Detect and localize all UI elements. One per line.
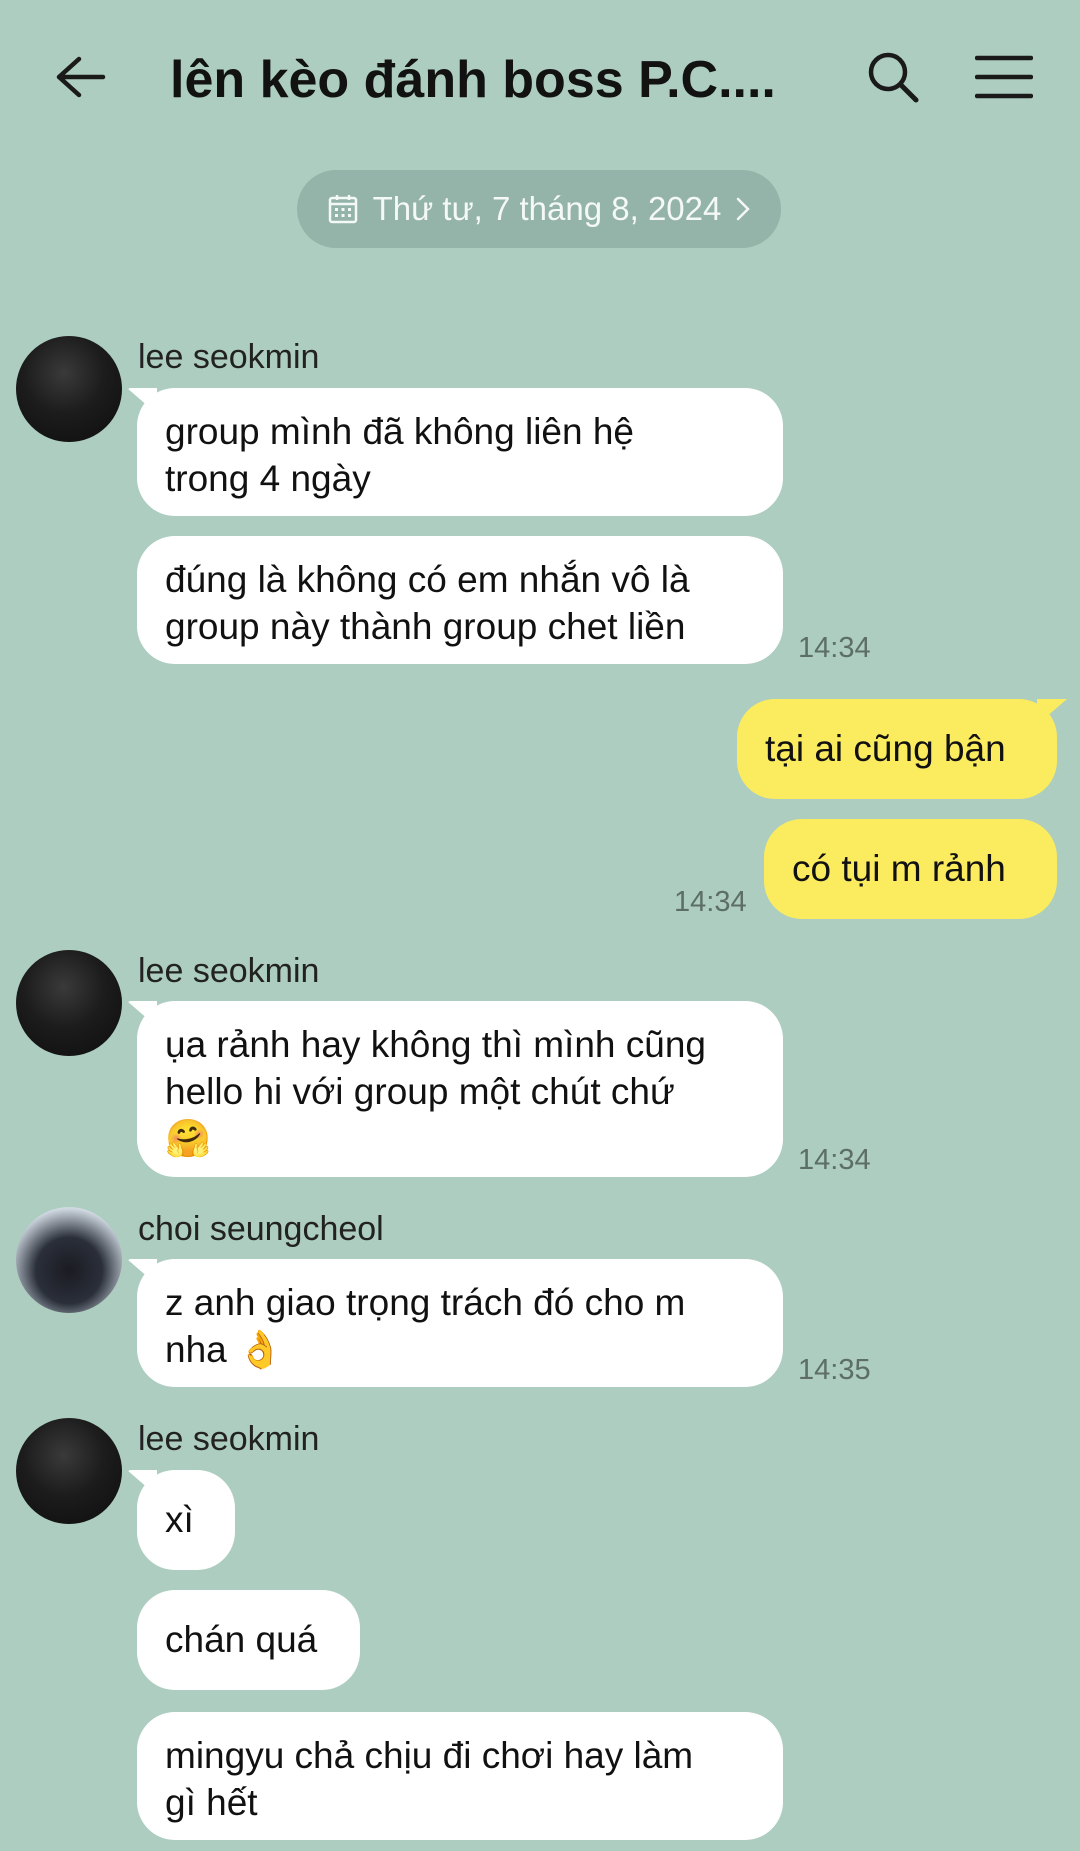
message-line: nha 👌	[165, 1329, 284, 1370]
message-text: có tụi m rảnh	[792, 848, 1006, 889]
calendar-icon	[328, 195, 357, 224]
message-bubble[interactable]: z anh giao trọng trách đó cho m nha 👌	[137, 1259, 783, 1387]
message-line: group này thành group chet liền	[165, 606, 686, 647]
my-message-bubble[interactable]: tại ai cũng bận	[737, 699, 1057, 799]
message-time: 14:34	[798, 1144, 871, 1176]
message-bubble[interactable]: xì	[137, 1470, 235, 1570]
message-text: xì	[165, 1499, 194, 1540]
avatar-lee-seokmin[interactable]	[16, 950, 122, 1056]
message-line: gì hết	[165, 1782, 258, 1823]
chat-header: lên kèo đánh boss P.C....	[0, 0, 1080, 160]
message-bubble[interactable]: mingyu chả chịu đi chơi hay làm gì hết	[137, 1712, 783, 1840]
date-label: Thứ tư, 7 tháng 8, 2024	[372, 190, 722, 227]
message-bubble[interactable]: đúng là không có em nhắn vô là group này…	[137, 536, 783, 664]
date-separator[interactable]: Thứ tư, 7 tháng 8, 2024	[297, 170, 781, 248]
message-line: hello hi với group một chút chứ	[165, 1071, 675, 1112]
hugging-face-emoji: 🤗	[165, 1118, 212, 1159]
chat-title[interactable]: lên kèo đánh boss P.C....	[170, 40, 780, 120]
arrow-left-icon	[56, 56, 106, 98]
menu-button[interactable]	[966, 42, 1042, 112]
search-icon	[868, 52, 919, 103]
avatar-choi-seungcheol[interactable]	[16, 1207, 122, 1313]
search-button[interactable]	[858, 42, 928, 112]
sender-name: lee seokmin	[138, 338, 320, 376]
message-line: trong 4 ngày	[165, 458, 371, 499]
avatar-lee-seokmin[interactable]	[16, 336, 122, 442]
message-line: z anh giao trọng trách đó cho m	[165, 1282, 686, 1323]
message-text: chán quá	[165, 1619, 318, 1660]
message-text: tại ai cũng bận	[765, 728, 1006, 769]
sender-name: choi seungcheol	[138, 1210, 384, 1248]
message-line: đúng là không có em nhắn vô là	[165, 559, 690, 600]
sender-name: lee seokmin	[138, 1420, 320, 1458]
message-line: group mình đã không liên hệ	[165, 411, 635, 452]
message-time: 14:35	[798, 1354, 871, 1386]
message-time: 14:34	[798, 632, 871, 664]
hamburger-menu-icon	[975, 55, 1033, 99]
avatar-lee-seokmin[interactable]	[16, 1418, 122, 1524]
message-line: ụa rảnh hay không thì mình cũng	[165, 1024, 706, 1065]
back-button[interactable]	[46, 42, 116, 112]
message-bubble[interactable]: ụa rảnh hay không thì mình cũng hello hi…	[137, 1001, 783, 1177]
message-bubble[interactable]: group mình đã không liên hệ trong 4 ngày	[137, 388, 783, 516]
sender-name: lee seokmin	[138, 952, 320, 990]
message-bubble[interactable]: chán quá	[137, 1590, 360, 1690]
chevron-right-icon	[737, 197, 751, 221]
message-line: mingyu chả chịu đi chơi hay làm	[165, 1735, 694, 1776]
message-time: 14:34	[674, 886, 747, 918]
my-message-bubble[interactable]: có tụi m rảnh	[764, 819, 1057, 919]
